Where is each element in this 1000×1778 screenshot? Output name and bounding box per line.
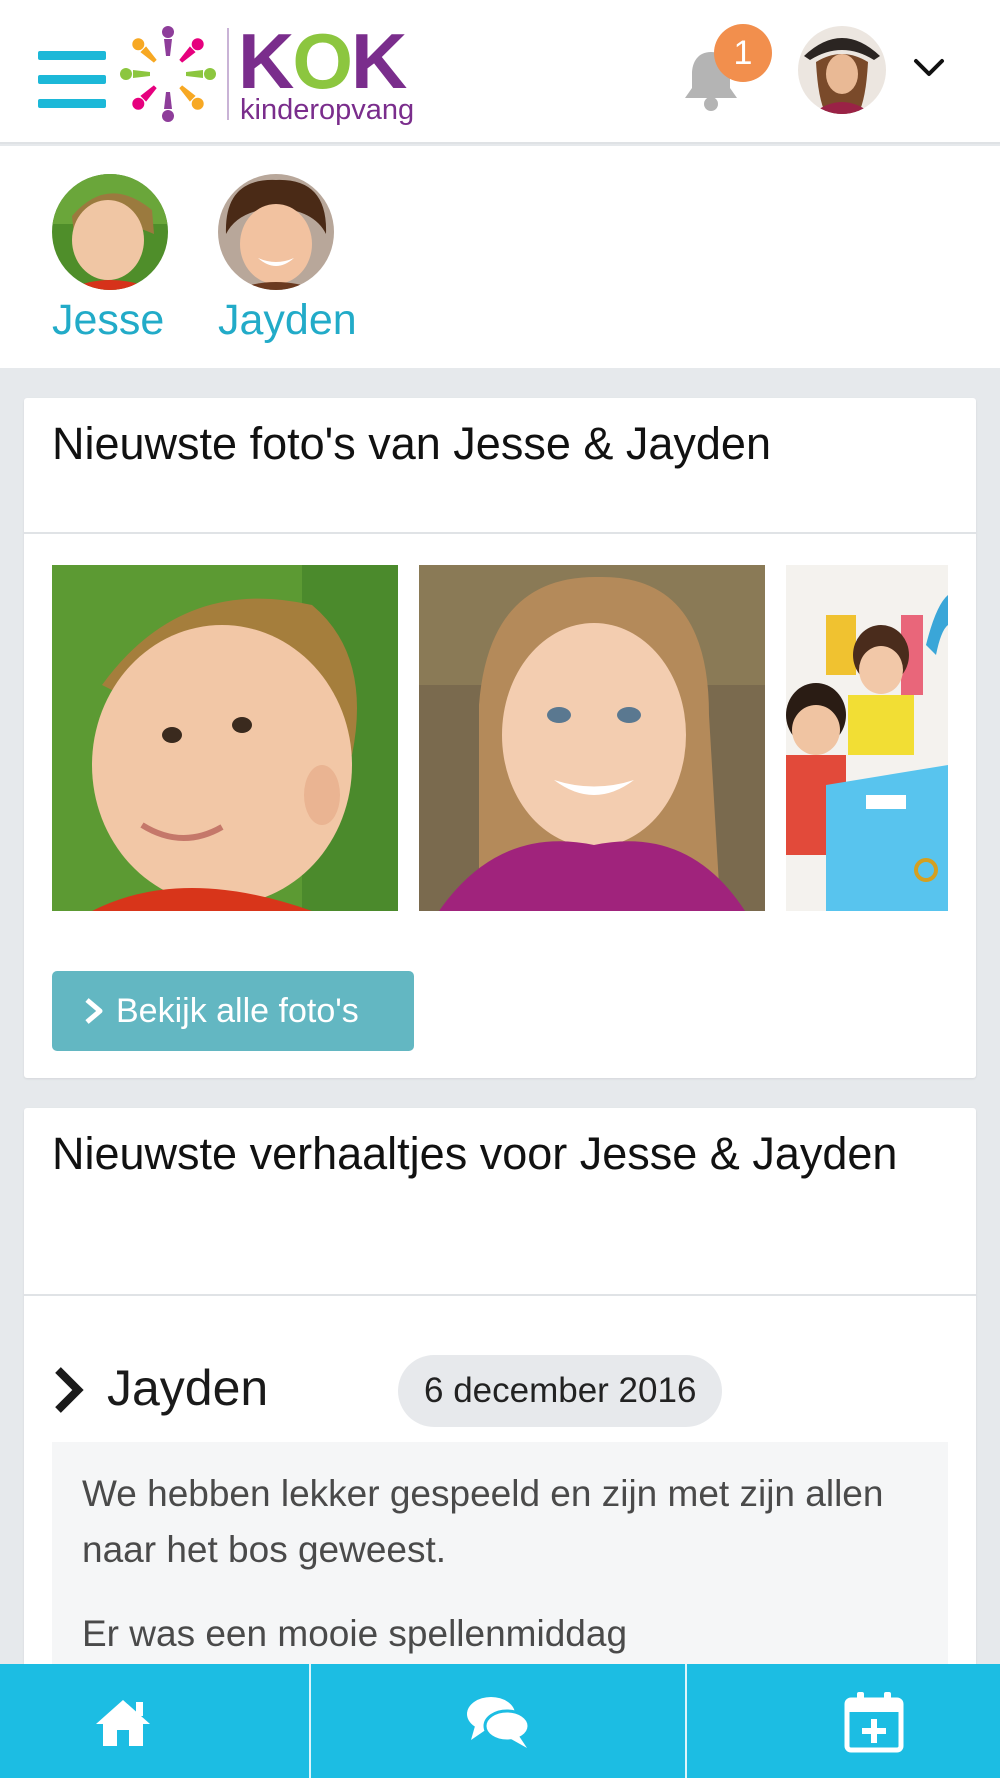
home-icon — [96, 1700, 150, 1746]
photos-card-title: Nieuwste foto's van Jesse & Jayden — [24, 398, 976, 534]
child-jayden[interactable]: Jayden — [218, 174, 357, 345]
kok-logo[interactable]: KOK kinderopvang — [118, 17, 414, 128]
photo-thumbnail[interactable] — [786, 565, 948, 911]
photo-thumbnail[interactable] — [419, 565, 765, 911]
children-selector: Jesse Jayden — [0, 146, 1000, 368]
nav-home[interactable] — [0, 1664, 309, 1778]
top-bar: KOK kinderopvang 1 — [0, 0, 1000, 144]
child-name: Jayden — [218, 296, 357, 344]
photo-thumbnail[interactable] — [52, 565, 398, 911]
child-avatar — [218, 174, 334, 290]
nav-messages[interactable] — [311, 1664, 685, 1778]
bottom-nav — [0, 1664, 1000, 1778]
child-jesse[interactable]: Jesse — [52, 174, 168, 345]
story-paragraph: Er was een mooie spellenmiddag — [82, 1613, 628, 1654]
logo-flower-icon — [120, 26, 216, 122]
chevron-down-icon[interactable] — [912, 50, 946, 84]
story-header[interactable]: Jayden 6 december 2016 — [52, 1355, 952, 1430]
story-child-name: Jayden — [107, 1360, 269, 1416]
user-avatar[interactable] — [798, 26, 886, 114]
photos-card: Nieuwste foto's van Jesse & Jayden Bekij… — [24, 398, 976, 1078]
view-all-photos-label: Bekijk alle foto's — [116, 992, 359, 1030]
story-paragraph: We hebben lekker gespeeld en zijn met zi… — [82, 1473, 884, 1570]
chevron-right-icon — [85, 998, 103, 1024]
logo-divider — [227, 28, 229, 120]
chevron-right-icon — [55, 1367, 84, 1413]
nav-calendar[interactable] — [687, 1664, 1000, 1778]
logo-subtitle: kinderopvang — [240, 94, 415, 126]
calendar-add-icon — [844, 1692, 904, 1753]
photo-carousel[interactable] — [52, 565, 948, 911]
logo-wordmark: KOK — [238, 17, 407, 105]
hamburger-menu-icon[interactable] — [38, 51, 106, 109]
view-all-photos-button[interactable]: Bekijk alle foto's — [52, 971, 414, 1051]
story-date-badge: 6 december 2016 — [398, 1355, 723, 1427]
child-name: Jesse — [52, 296, 165, 344]
notification-badge[interactable]: 1 — [714, 24, 772, 82]
stories-card-title: Nieuwste verhaaltjes voor Jesse & Jayden — [24, 1108, 976, 1296]
child-avatar — [52, 174, 168, 290]
chat-icon — [467, 1697, 531, 1748]
